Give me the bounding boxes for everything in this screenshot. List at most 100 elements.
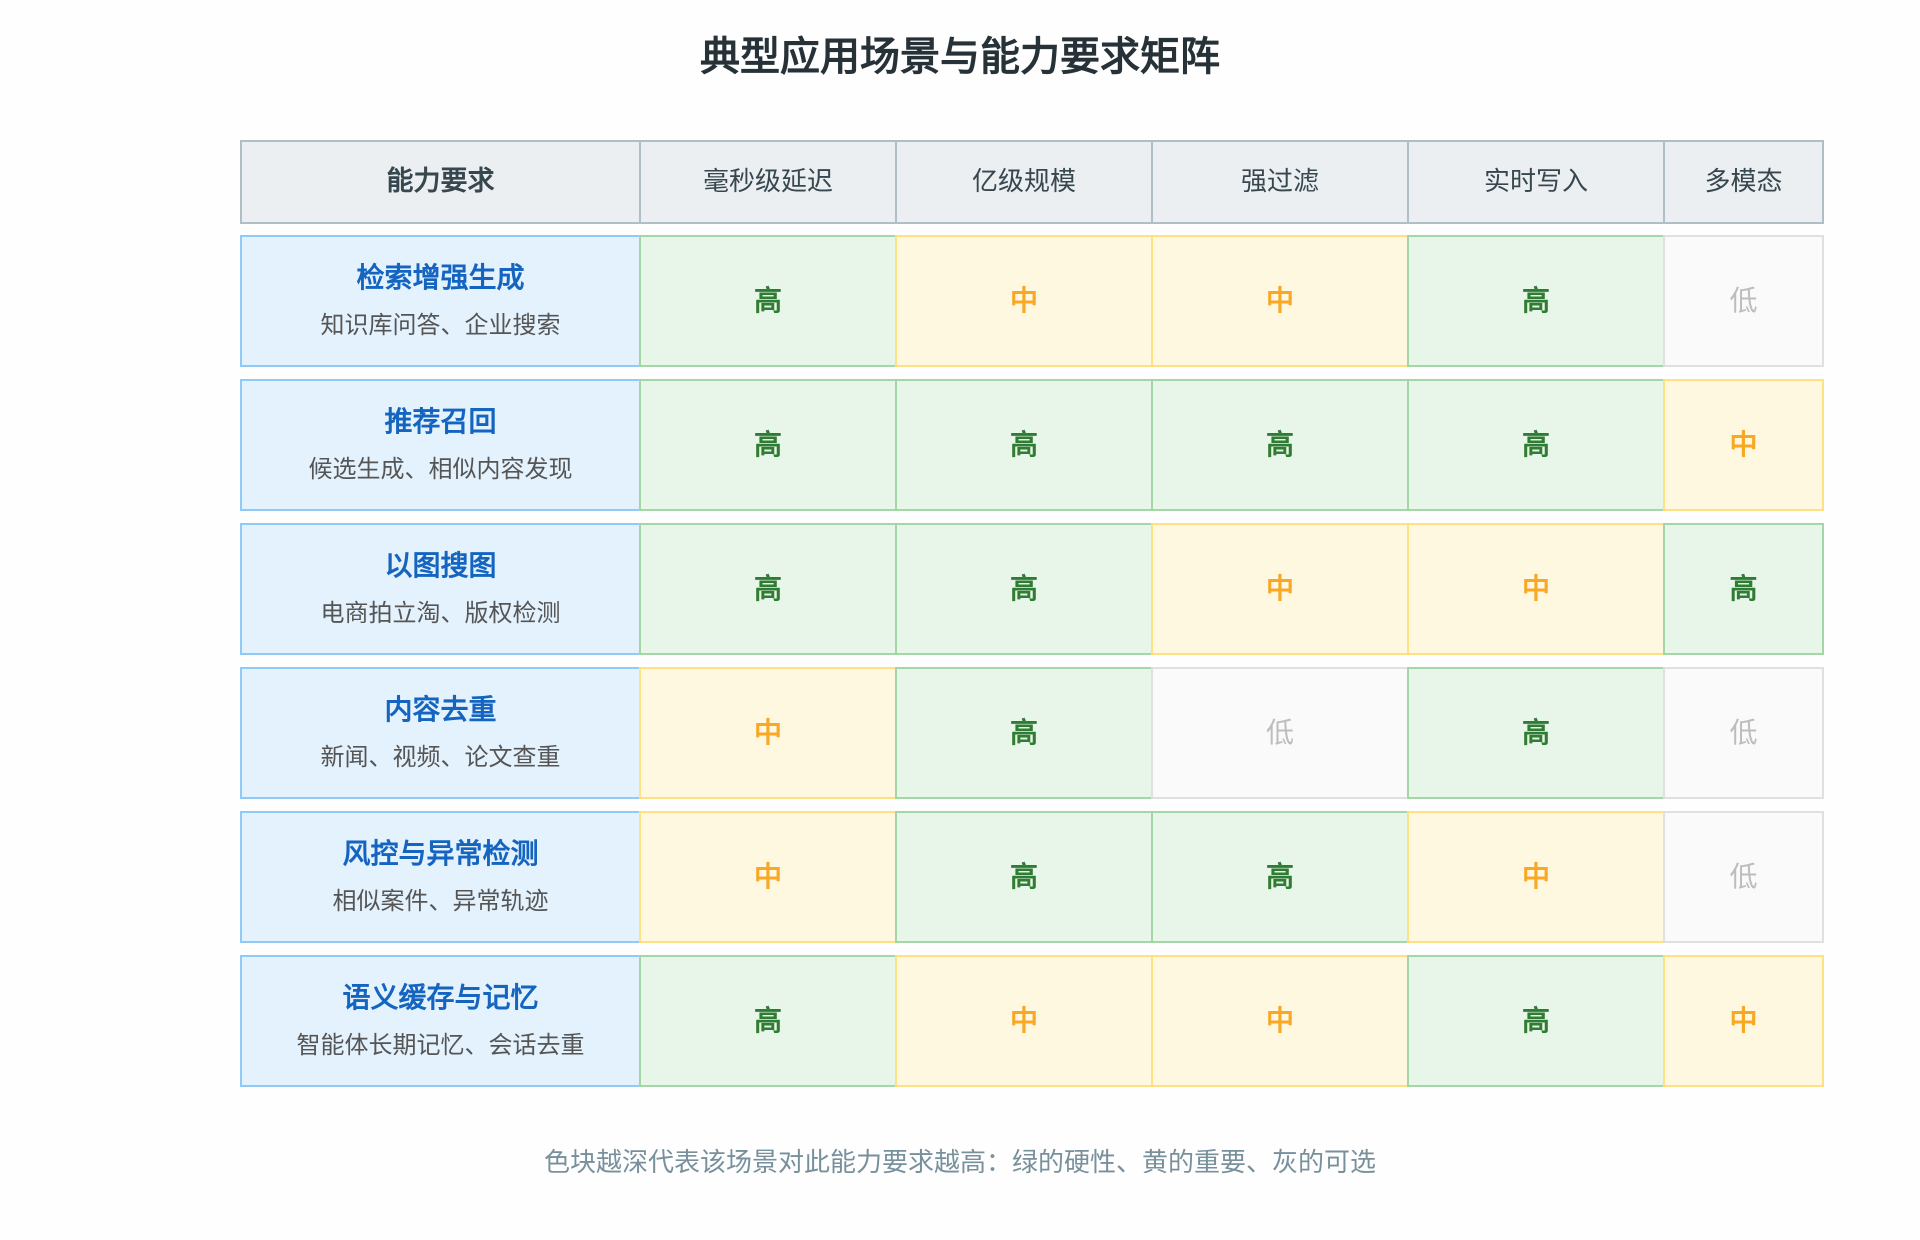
column-header-label: 实时写入 — [1483, 167, 1588, 197]
rating-value: 中 — [1521, 572, 1550, 605]
rating-cell: 中 — [1407, 811, 1665, 943]
rating-value: 中 — [1729, 428, 1758, 461]
rating-value: 高 — [1265, 428, 1294, 461]
rating-value: 中 — [1265, 284, 1294, 317]
rating-value: 高 — [753, 428, 782, 461]
scenario-row-risk-control: 风控与异常检测 相似案件、异常轨迹 中 高 高 中 低 — [240, 811, 1824, 943]
rating-value: 中 — [1009, 284, 1038, 317]
rating-cell: 高 — [1663, 523, 1824, 655]
column-header-multimodal: 多模态 — [1663, 140, 1824, 224]
column-header-label: 强过滤 — [1240, 167, 1319, 197]
scenario-subtitle: 知识库问答、企业搜索 — [320, 310, 561, 339]
rating-cell: 高 — [639, 523, 897, 655]
rating-value: 中 — [753, 716, 782, 749]
rating-value: 高 — [1009, 428, 1038, 461]
rating-cell: 中 — [1151, 235, 1409, 367]
rating-value: 高 — [1521, 1004, 1550, 1037]
column-header-realtime-write: 实时写入 — [1407, 140, 1665, 224]
rating-cell: 高 — [1407, 667, 1665, 799]
rating-value: 高 — [1729, 572, 1758, 605]
legend-footnote: 色块越深代表该场景对此能力要求越高：绿的硬性、黄的重要、灰的可选 — [543, 1148, 1376, 1178]
scenario-cell: 以图搜图 电商拍立淘、版权检测 — [240, 523, 641, 655]
rating-value: 高 — [753, 572, 782, 605]
scenario-cell: 内容去重 新闻、视频、论文查重 — [240, 667, 641, 799]
rating-cell: 高 — [895, 667, 1153, 799]
rating-value: 低 — [1265, 716, 1294, 749]
scenario-subtitle: 智能体长期记忆、会话去重 — [296, 1030, 585, 1059]
rating-cell: 中 — [895, 955, 1153, 1087]
rating-value: 中 — [1729, 1004, 1758, 1037]
scenario-cell: 语义缓存与记忆 智能体长期记忆、会话去重 — [240, 955, 641, 1087]
rating-value: 高 — [1521, 284, 1550, 317]
rating-cell: 中 — [1663, 955, 1824, 1087]
scenario-title: 以图搜图 — [384, 548, 497, 582]
rating-cell: 中 — [639, 811, 897, 943]
rating-cell: 高 — [1407, 379, 1665, 511]
column-header-filtering: 强过滤 — [1151, 140, 1409, 224]
scenario-title: 风控与异常检测 — [342, 836, 539, 870]
scenario-subtitle: 新闻、视频、论文查重 — [320, 742, 561, 771]
column-header-latency: 毫秒级延迟 — [639, 140, 897, 224]
rating-value: 高 — [1521, 428, 1550, 461]
rating-cell: 高 — [1407, 235, 1665, 367]
scenario-title: 内容去重 — [384, 692, 497, 726]
column-header-scale: 亿级规模 — [895, 140, 1153, 224]
scenario-title: 推荐召回 — [384, 404, 497, 438]
rating-cell: 中 — [1407, 523, 1665, 655]
column-header-label: 亿级规模 — [971, 167, 1076, 197]
scenario-cell: 推荐召回 候选生成、相似内容发现 — [240, 379, 641, 511]
rating-cell: 中 — [639, 667, 897, 799]
scenario-row-rag: 检索增强生成 知识库问答、企业搜索 高 中 中 高 低 — [240, 235, 1824, 367]
header-row: 能力要求 毫秒级延迟 亿级规模 强过滤 实时写入 多模态 — [240, 140, 1824, 224]
rating-value: 低 — [1729, 860, 1758, 893]
rating-value: 中 — [1265, 1004, 1294, 1037]
rating-value: 中 — [1521, 860, 1550, 893]
scenario-title: 检索增强生成 — [356, 260, 525, 294]
rating-value: 低 — [1729, 284, 1758, 317]
rating-cell: 高 — [1151, 379, 1409, 511]
scenario-row-semantic-cache: 语义缓存与记忆 智能体长期记忆、会话去重 高 中 中 高 中 — [240, 955, 1824, 1087]
rating-value: 中 — [1265, 572, 1294, 605]
rating-value: 中 — [1009, 1004, 1038, 1037]
header-corner-cell: 能力要求 — [240, 140, 641, 224]
rating-cell: 高 — [895, 379, 1153, 511]
scenario-cell: 检索增强生成 知识库问答、企业搜索 — [240, 235, 641, 367]
scenario-row-recommendation: 推荐召回 候选生成、相似内容发现 高 高 高 高 中 — [240, 379, 1824, 511]
scenario-cell: 风控与异常检测 相似案件、异常轨迹 — [240, 811, 641, 943]
rating-cell: 低 — [1663, 811, 1824, 943]
capability-matrix: 能力要求 毫秒级延迟 亿级规模 强过滤 实时写入 多模态 检索增强生成 知识库问… — [240, 140, 1824, 1099]
rating-cell: 中 — [895, 235, 1153, 367]
column-header-label: 毫秒级延迟 — [702, 167, 833, 197]
scenario-subtitle: 相似案件、异常轨迹 — [332, 886, 549, 915]
rating-cell: 低 — [1663, 235, 1824, 367]
scenario-row-dedup: 内容去重 新闻、视频、论文查重 中 高 低 高 低 — [240, 667, 1824, 799]
rating-value: 高 — [753, 1004, 782, 1037]
rating-cell: 低 — [1151, 667, 1409, 799]
rating-value: 高 — [1521, 716, 1550, 749]
rating-value: 高 — [1265, 860, 1294, 893]
scenario-subtitle: 候选生成、相似内容发现 — [308, 454, 573, 483]
scenario-subtitle: 电商拍立淘、版权检测 — [320, 598, 561, 627]
rating-cell: 高 — [1407, 955, 1665, 1087]
column-header-label: 多模态 — [1704, 167, 1783, 197]
rating-value: 高 — [1009, 572, 1038, 605]
rating-cell: 中 — [1151, 955, 1409, 1087]
rating-cell: 低 — [1663, 667, 1824, 799]
rating-cell: 中 — [1151, 523, 1409, 655]
rating-value: 高 — [1009, 716, 1038, 749]
page-title: 典型应用场景与能力要求矩阵 — [700, 34, 1220, 80]
rating-value: 中 — [753, 860, 782, 893]
rating-value: 高 — [753, 284, 782, 317]
rating-cell: 高 — [895, 811, 1153, 943]
rating-cell: 高 — [639, 379, 897, 511]
rating-cell: 高 — [639, 955, 897, 1087]
rating-cell: 高 — [639, 235, 897, 367]
rating-value: 高 — [1009, 860, 1038, 893]
rating-cell: 高 — [1151, 811, 1409, 943]
rating-cell: 中 — [1663, 379, 1824, 511]
rating-cell: 高 — [895, 523, 1153, 655]
rating-value: 低 — [1729, 716, 1758, 749]
scenario-title: 语义缓存与记忆 — [342, 980, 539, 1014]
scenario-row-image-search: 以图搜图 电商拍立淘、版权检测 高 高 中 中 高 — [240, 523, 1824, 655]
header-corner-label: 能力要求 — [386, 166, 495, 197]
